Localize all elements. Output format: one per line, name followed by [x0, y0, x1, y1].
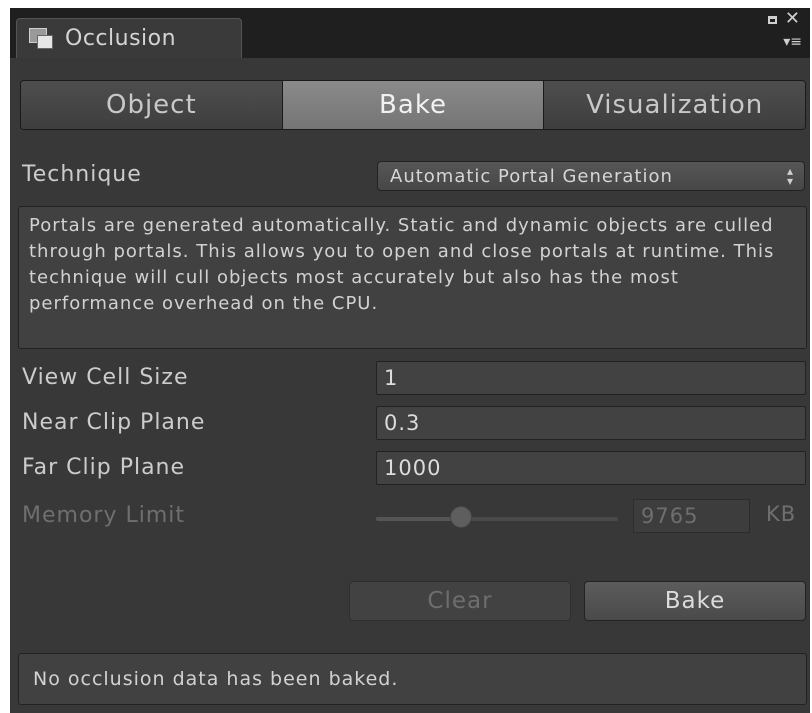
menu-icon[interactable]: ▾≡ — [783, 34, 802, 50]
technique-value: Automatic Portal Generation — [390, 165, 673, 187]
memory-limit-label: Memory Limit — [22, 503, 186, 528]
technique-label: Technique — [22, 162, 142, 187]
memory-limit-slider-handle[interactable] — [449, 506, 472, 528]
dropdown-arrows-icon: ▴ ▾ — [786, 164, 794, 188]
window-titlebar: Occlusion ✕ ▾≡ — [10, 8, 810, 58]
technique-description: Portals are generated automatically. Sta… — [18, 206, 807, 349]
memory-limit-slider-track[interactable] — [376, 517, 618, 521]
memory-limit-slider-fill — [376, 517, 461, 521]
bake-status-message: No occlusion data has been baked. — [18, 653, 807, 705]
tab-bake[interactable]: Bake — [282, 81, 545, 129]
window-tab[interactable]: Occlusion — [16, 18, 242, 58]
far-clip-plane-label: Far Clip Plane — [22, 455, 186, 480]
near-clip-plane-label: Near Clip Plane — [22, 410, 206, 435]
window-controls: ✕ ▾≡ — [766, 8, 802, 54]
clear-button[interactable]: Clear — [349, 581, 571, 621]
view-cell-size-field[interactable] — [376, 361, 806, 395]
far-clip-plane-field[interactable] — [376, 451, 806, 485]
tab-visualization[interactable]: Visualization — [544, 81, 805, 129]
memory-limit-unit: KB — [766, 502, 797, 526]
occlusion-window-icon — [29, 27, 55, 50]
view-cell-size-label: View Cell Size — [22, 365, 189, 390]
near-clip-plane-field[interactable] — [376, 406, 806, 440]
bake-button[interactable]: Bake — [584, 581, 806, 621]
close-icon[interactable]: ✕ — [785, 8, 800, 30]
tab-object[interactable]: Object — [21, 81, 283, 129]
maximize-icon[interactable] — [768, 16, 777, 24]
window-title: Occlusion — [65, 26, 177, 51]
occlusion-mode-tabs: Object Bake Visualization — [20, 80, 806, 130]
technique-dropdown[interactable]: Automatic Portal Generation ▴ ▾ — [377, 161, 805, 191]
memory-limit-field[interactable] — [633, 499, 750, 533]
occlusion-window: Occlusion ✕ ▾≡ Object Bake Visualization… — [10, 8, 810, 713]
